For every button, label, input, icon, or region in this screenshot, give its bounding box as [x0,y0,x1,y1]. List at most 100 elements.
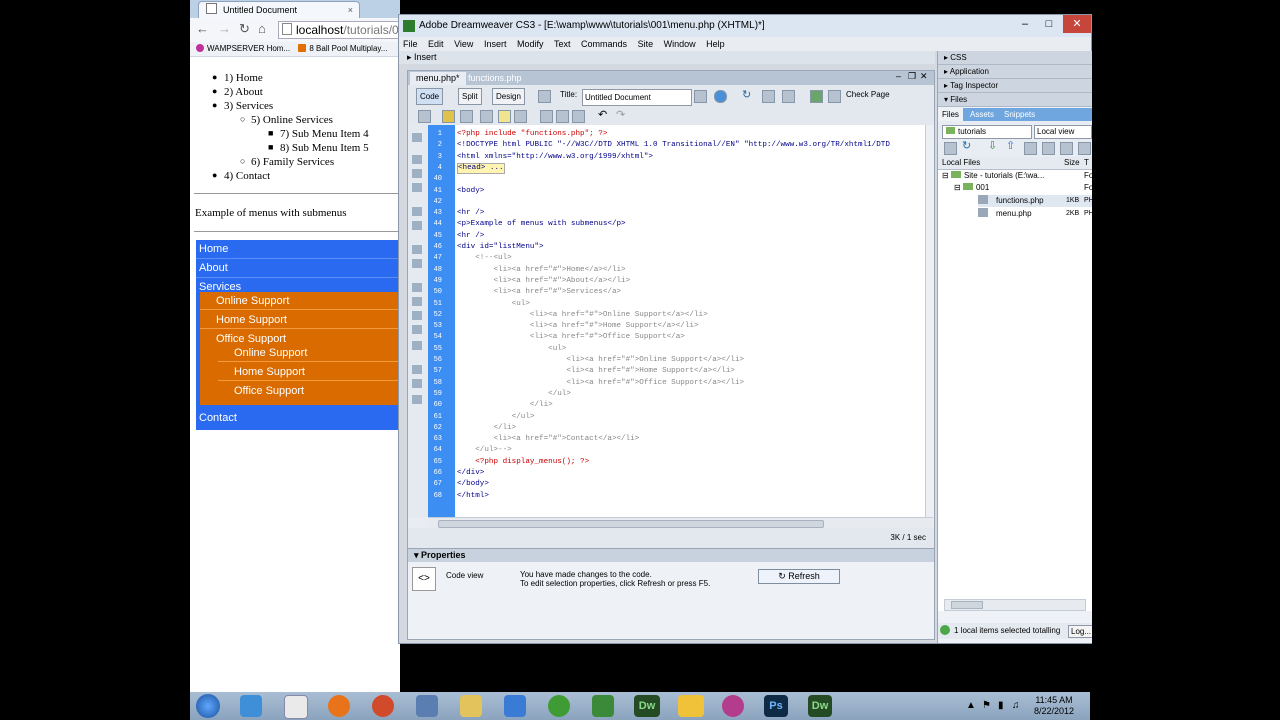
bookmark-item[interactable]: WAMPSERVER Hom... [207,44,290,53]
list-item-sub5[interactable]: 8) Sub Menu Item 5 [280,141,369,155]
connect-icon[interactable] [944,142,957,155]
submenu2-online-support[interactable]: Online Support [218,344,400,362]
firefox-icon[interactable] [328,695,350,717]
photoshop-icon[interactable]: Ps [764,695,788,717]
list-item-sub4[interactable]: 7) Sub Menu Item 4 [280,127,369,141]
home-icon[interactable]: ⌂ [258,21,266,36]
design-view-button[interactable]: Design [492,88,525,105]
menu-home[interactable]: Home [199,240,228,258]
save-all-icon[interactable] [498,110,511,123]
print-icon[interactable] [514,110,527,123]
open-documents-icon[interactable] [412,133,422,142]
submenu-home-support[interactable]: Home Support [200,311,400,329]
internet-explorer-icon[interactable] [240,695,262,717]
format-source-icon[interactable] [412,395,422,404]
properties-header[interactable]: ▾ Properties [408,549,934,562]
column-size[interactable]: Size [1064,157,1080,169]
menu-file[interactable]: File [403,39,418,49]
scrollbar-thumb[interactable] [438,520,824,528]
tag-inspector-panel-header[interactable]: ▸ Tag Inspector [938,79,1092,93]
open-icon[interactable] [442,110,455,123]
validate-icon[interactable] [810,90,823,103]
collapse-selection-icon[interactable] [412,169,422,178]
tree-row-site[interactable]: ⊟ Site - tutorials (E:\wa... Fo [942,170,1093,182]
maximize-icon[interactable]: □ [1037,15,1061,33]
visual-aids-icon[interactable] [782,90,795,103]
network-icon[interactable] [416,695,438,717]
move-css-icon[interactable] [412,341,422,350]
menu-site[interactable]: Site [638,39,654,49]
battery-icon[interactable]: ▮ [998,700,1004,711]
tree-row-file[interactable]: functions.php 1KB PH [978,195,1094,207]
tab-assets[interactable]: Assets [970,108,994,121]
files-panel-header[interactable]: ▾ Files [938,93,1092,107]
balance-braces-icon[interactable] [412,221,422,230]
cut-icon[interactable] [540,110,553,123]
check-out-icon[interactable] [1024,142,1037,155]
tab-menu-php[interactable]: menu.php* [410,72,466,85]
get-files-icon[interactable]: ⇩ [988,139,997,152]
expand-all-icon[interactable] [412,183,422,192]
check-in-icon[interactable] [1042,142,1055,155]
file-management-icon[interactable] [694,90,707,103]
insert-bar[interactable]: ▸ Insert [399,51,935,64]
menu-contact[interactable]: Contact [199,409,237,427]
new-document-icon[interactable] [418,110,431,123]
tree-row-file[interactable]: menu.php 2KB PH [978,208,1094,220]
refresh-icon[interactable]: ↻ [742,88,751,101]
log-button[interactable]: Log... [1068,625,1092,638]
view-options-icon[interactable] [762,90,775,103]
close-icon[interactable]: × [348,2,353,18]
menu-edit[interactable]: Edit [428,39,444,49]
browse-icon[interactable] [460,110,473,123]
put-files-icon[interactable]: ⇧ [1006,139,1015,152]
files-horizontal-scrollbar[interactable] [944,599,1086,611]
address-bar[interactable]: localhost/tutorials/001 [278,21,405,39]
menu-modify[interactable]: Modify [517,39,544,49]
view-select[interactable]: Local view [1034,125,1092,139]
tab-files[interactable]: Files [938,108,963,121]
refresh-icon[interactable]: ↻ [962,139,971,152]
restore-icon[interactable]: ❐ [908,71,916,82]
remove-comment-icon[interactable] [412,297,422,306]
submenu2-office-support[interactable]: Office Support [218,382,400,400]
dreamweaver-icon[interactable]: Dw [634,695,660,717]
menu-view[interactable]: View [454,39,473,49]
wrap-tag-icon[interactable] [412,311,422,320]
check-page-button[interactable]: Check Page [846,90,890,99]
copy-icon[interactable] [556,110,569,123]
apply-comment-icon[interactable] [412,283,422,292]
synchronize-icon[interactable] [1060,142,1073,155]
refresh-button[interactable]: ↻ Refresh [758,569,840,584]
close-icon[interactable]: ✕ [920,71,928,82]
clock[interactable]: 11:45 AM 8/22/2012 [1024,695,1084,717]
css-panel-header[interactable]: ▸ CSS [938,51,1092,65]
indent-icon[interactable] [412,365,422,374]
highlight-invalid-icon[interactable] [412,259,422,268]
forward-icon[interactable]: → [218,21,231,36]
back-icon[interactable]: ← [196,21,209,36]
scrollbar-thumb[interactable] [951,601,983,609]
collapse-tag-icon[interactable] [412,155,422,164]
list-item-family-services[interactable]: 6) Family Services [251,155,334,169]
tab-functions-php[interactable]: functions.php [462,72,528,85]
minimize-icon[interactable]: – [1013,15,1037,33]
code-view-button[interactable]: Code [416,88,444,105]
tree-row-folder[interactable]: ⊟ 001 Fo [954,182,1093,194]
list-item-home[interactable]: 1) Home [224,71,263,85]
list-item-about[interactable]: 2) About [224,85,263,99]
check-page-icon[interactable] [828,90,841,103]
bookmark-item[interactable]: 8 Ball Pool Multiplay... [309,44,387,53]
vertical-scrollbar[interactable] [925,125,934,517]
paste-icon[interactable] [572,110,585,123]
preview-icon[interactable] [714,90,727,103]
minimize-icon[interactable]: – [896,71,901,81]
browser-tab[interactable]: Untitled Document × [198,1,360,19]
utorrent-icon[interactable] [548,695,570,717]
menu-text[interactable]: Text [554,39,571,49]
column-local-files[interactable]: Local Files [942,157,980,169]
menu-insert[interactable]: Insert [484,39,507,49]
list-item-contact[interactable]: 4) Contact [224,169,270,183]
tab-snippets[interactable]: Snippets [1004,108,1035,121]
start-button-icon[interactable] [196,694,220,718]
